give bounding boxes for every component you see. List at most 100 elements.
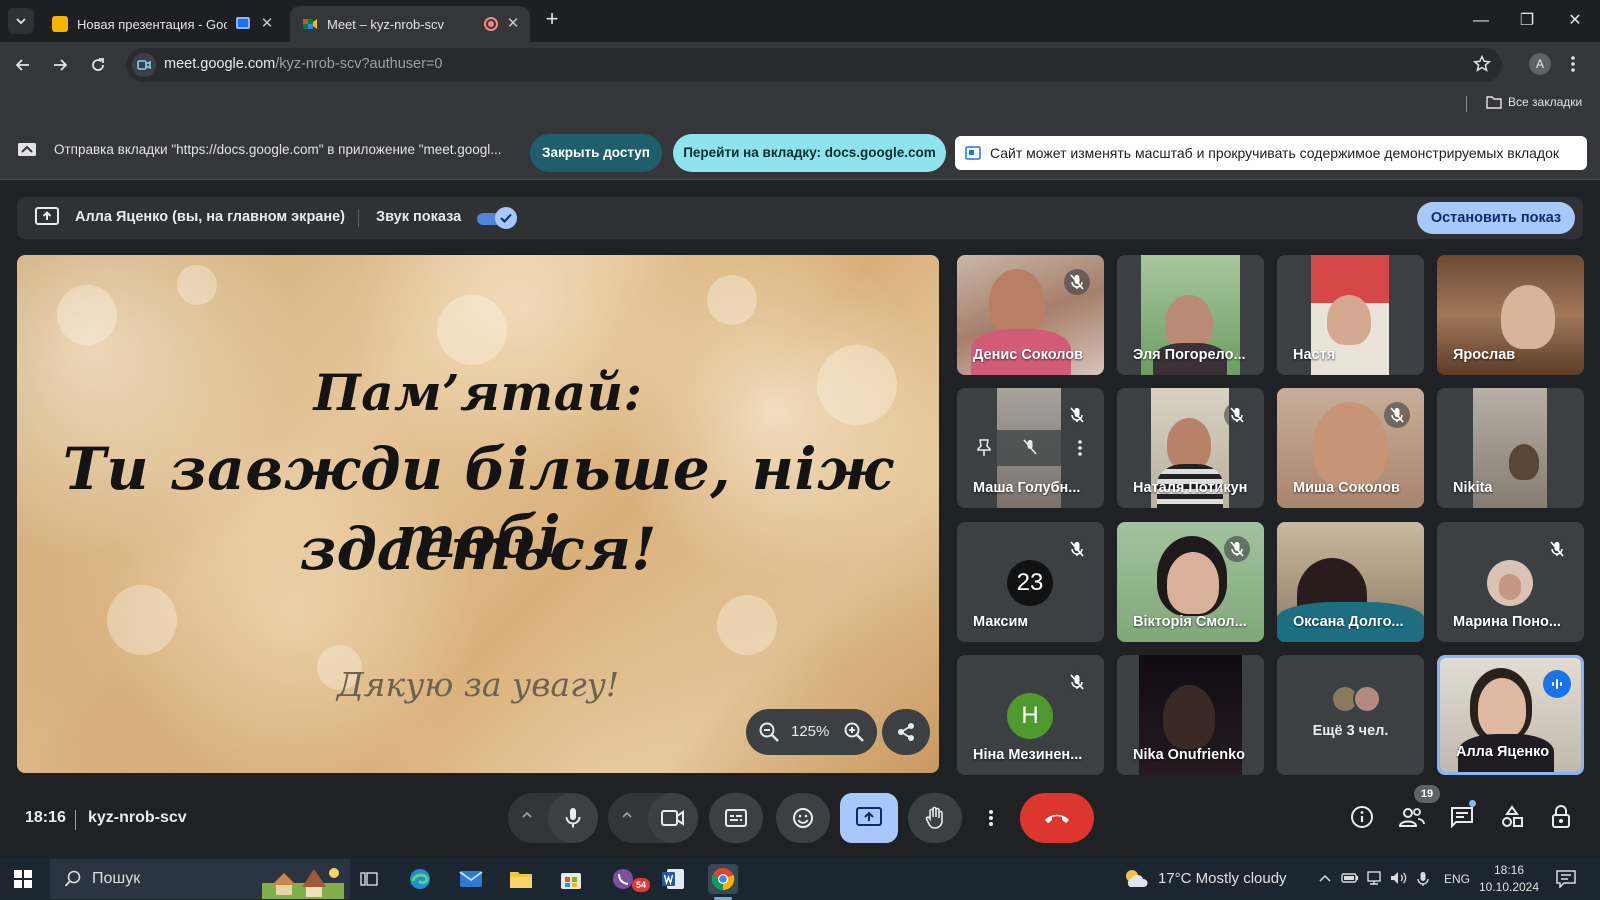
share-icon[interactable] bbox=[882, 709, 930, 755]
volume-icon[interactable] bbox=[1390, 871, 1408, 885]
bookmark-star-icon[interactable] bbox=[1472, 54, 1492, 74]
participant-tile[interactable]: Nika Onufrienko bbox=[1117, 655, 1264, 775]
hang-up-icon bbox=[1045, 814, 1069, 823]
restore-window-button[interactable]: ❐ bbox=[1512, 8, 1542, 34]
participant-tile[interactable]: Ярослав bbox=[1437, 255, 1584, 375]
weather-widget[interactable]: 17°C Mostly cloudy bbox=[1122, 867, 1287, 889]
more-participants-tile[interactable]: Ещё 3 чел. bbox=[1277, 655, 1424, 775]
captions-button[interactable] bbox=[709, 793, 763, 843]
participant-tile[interactable]: Маша Голубн... bbox=[957, 388, 1104, 508]
slide-thanks: Дякую за увагу! bbox=[336, 665, 620, 704]
meeting-details-button[interactable] bbox=[1342, 797, 1382, 837]
participant-tile[interactable]: Эля Погорело... bbox=[1117, 255, 1264, 375]
self-participant-tile[interactable]: Алла Яценко bbox=[1437, 655, 1584, 775]
chevron-up-icon[interactable] bbox=[520, 808, 534, 822]
word-icon[interactable] bbox=[658, 864, 688, 894]
close-tab-icon[interactable]: ✕ bbox=[504, 15, 522, 33]
zoom-out-icon[interactable] bbox=[757, 720, 781, 744]
participant-tile[interactable]: Оксана Долго... bbox=[1277, 522, 1424, 642]
browser-toolbar: meet.google.com/kyz-nrob-scv?authuser=0 … bbox=[0, 42, 1600, 88]
system-date: 10.10.2024 bbox=[1478, 880, 1540, 894]
forward-button[interactable] bbox=[46, 51, 74, 79]
taskbar-search[interactable]: Пошук bbox=[50, 859, 350, 899]
chevron-up-icon[interactable] bbox=[1318, 871, 1332, 885]
participant-video bbox=[1163, 685, 1215, 749]
participant-tile[interactable]: Марина Поно... bbox=[1437, 522, 1584, 642]
participant-tile[interactable]: Миша Соколов bbox=[1277, 388, 1424, 508]
all-bookmarks-button[interactable]: Все закладки bbox=[1486, 95, 1582, 109]
participant-tile[interactable]: Н Ніна Мезинен... bbox=[957, 655, 1104, 775]
participant-name: Настя bbox=[1293, 347, 1336, 363]
network-icon[interactable] bbox=[1366, 871, 1382, 885]
check-icon bbox=[495, 207, 517, 229]
notifications-icon[interactable] bbox=[1556, 870, 1576, 888]
close-tab-icon[interactable]: ✕ bbox=[258, 15, 276, 33]
participant-tile[interactable]: Настя bbox=[1277, 255, 1424, 375]
close-window-button[interactable]: ✕ bbox=[1560, 8, 1590, 34]
capture-control-icon bbox=[965, 146, 981, 160]
file-explorer-icon[interactable] bbox=[506, 864, 536, 894]
present-now-button[interactable] bbox=[840, 793, 898, 843]
host-controls-button[interactable] bbox=[1542, 797, 1582, 837]
participant-tile[interactable]: Nikita bbox=[1437, 388, 1584, 508]
partly-cloudy-icon bbox=[1126, 870, 1148, 887]
reactions-button[interactable] bbox=[776, 793, 830, 843]
minimize-window-button[interactable]: — bbox=[1466, 8, 1496, 34]
mail-icon[interactable] bbox=[456, 864, 486, 894]
search-placeholder: Пошук bbox=[92, 870, 141, 887]
casting-icon bbox=[236, 17, 250, 29]
new-tab-button[interactable]: + bbox=[540, 8, 564, 32]
bokeh-decoration bbox=[57, 285, 117, 345]
back-button[interactable] bbox=[9, 51, 37, 79]
site-info-icon[interactable] bbox=[132, 53, 156, 77]
chrome-icon[interactable] bbox=[708, 864, 738, 894]
reload-button[interactable] bbox=[84, 51, 112, 79]
chat-button[interactable] bbox=[1442, 797, 1482, 837]
windows-start-icon[interactable] bbox=[14, 870, 32, 888]
stop-presenting-button[interactable]: Остановить показ bbox=[1417, 202, 1575, 234]
presented-slide: Пам’ятай: Ти завжди більше, ніж тобі зда… bbox=[17, 255, 939, 773]
profile-avatar[interactable]: A bbox=[1529, 53, 1551, 75]
participant-tile[interactable]: Наталя Потикун bbox=[1117, 388, 1264, 508]
mic-off-icon bbox=[1224, 536, 1250, 562]
address-bar[interactable]: meet.google.com/kyz-nrob-scv?authuser=0 bbox=[126, 48, 1502, 82]
microphone-in-use-icon[interactable] bbox=[1417, 871, 1429, 887]
zoom-control: 125% bbox=[746, 709, 877, 755]
participant-name: Денис Соколов bbox=[973, 347, 1084, 363]
go-to-tab-button[interactable]: Перейти на вкладку: docs.google.com bbox=[673, 134, 946, 172]
bokeh-decoration bbox=[177, 265, 217, 305]
stop-access-button[interactable]: Закрыть доступ bbox=[530, 134, 662, 172]
microsoft-store-icon[interactable] bbox=[556, 864, 586, 894]
zoom-in-icon[interactable] bbox=[842, 720, 866, 744]
participant-avatar bbox=[1353, 685, 1381, 713]
chevron-up-icon[interactable] bbox=[620, 808, 634, 822]
tab-search-button[interactable] bbox=[8, 8, 34, 34]
activities-button[interactable] bbox=[1492, 797, 1532, 837]
people-button[interactable] bbox=[1392, 797, 1432, 837]
task-view-icon[interactable] bbox=[354, 864, 384, 894]
participant-tile[interactable]: Денис Соколов bbox=[957, 255, 1104, 375]
closed-captions-icon bbox=[725, 809, 747, 827]
share-audio-toggle[interactable] bbox=[477, 207, 517, 229]
participant-avatar: 23 bbox=[1007, 560, 1053, 606]
camera-button[interactable] bbox=[648, 793, 698, 843]
more-participants-avatars bbox=[1331, 685, 1395, 715]
leave-call-button[interactable] bbox=[1020, 793, 1094, 843]
participant-tile[interactable]: Вікторія Смол... bbox=[1117, 522, 1264, 642]
participant-tile[interactable]: 23 Максим bbox=[957, 522, 1104, 642]
more-options-icon bbox=[1078, 440, 1082, 456]
microphone-button[interactable] bbox=[548, 793, 598, 843]
participant-name: Nika Onufrienko bbox=[1133, 747, 1245, 763]
participant-name: Миша Соколов bbox=[1293, 480, 1400, 496]
search-icon bbox=[64, 870, 81, 887]
edge-browser-icon[interactable] bbox=[405, 864, 435, 894]
browser-menu-icon[interactable] bbox=[1570, 54, 1576, 74]
zoom-permission-notice[interactable]: Сайт может изменять масштаб и прокручива… bbox=[955, 136, 1587, 170]
input-language[interactable]: ENG bbox=[1444, 872, 1470, 886]
system-clock[interactable]: 18:16 10.10.2024 bbox=[1476, 862, 1542, 896]
battery-icon[interactable] bbox=[1341, 871, 1359, 885]
more-options-button[interactable] bbox=[976, 793, 1006, 843]
tab-slides[interactable]: Новая презентация - Goog ✕ bbox=[40, 6, 284, 42]
tab-meet[interactable]: Meet – kyz-nrob-scv ✕ bbox=[290, 6, 530, 42]
raise-hand-button[interactable] bbox=[908, 793, 962, 843]
